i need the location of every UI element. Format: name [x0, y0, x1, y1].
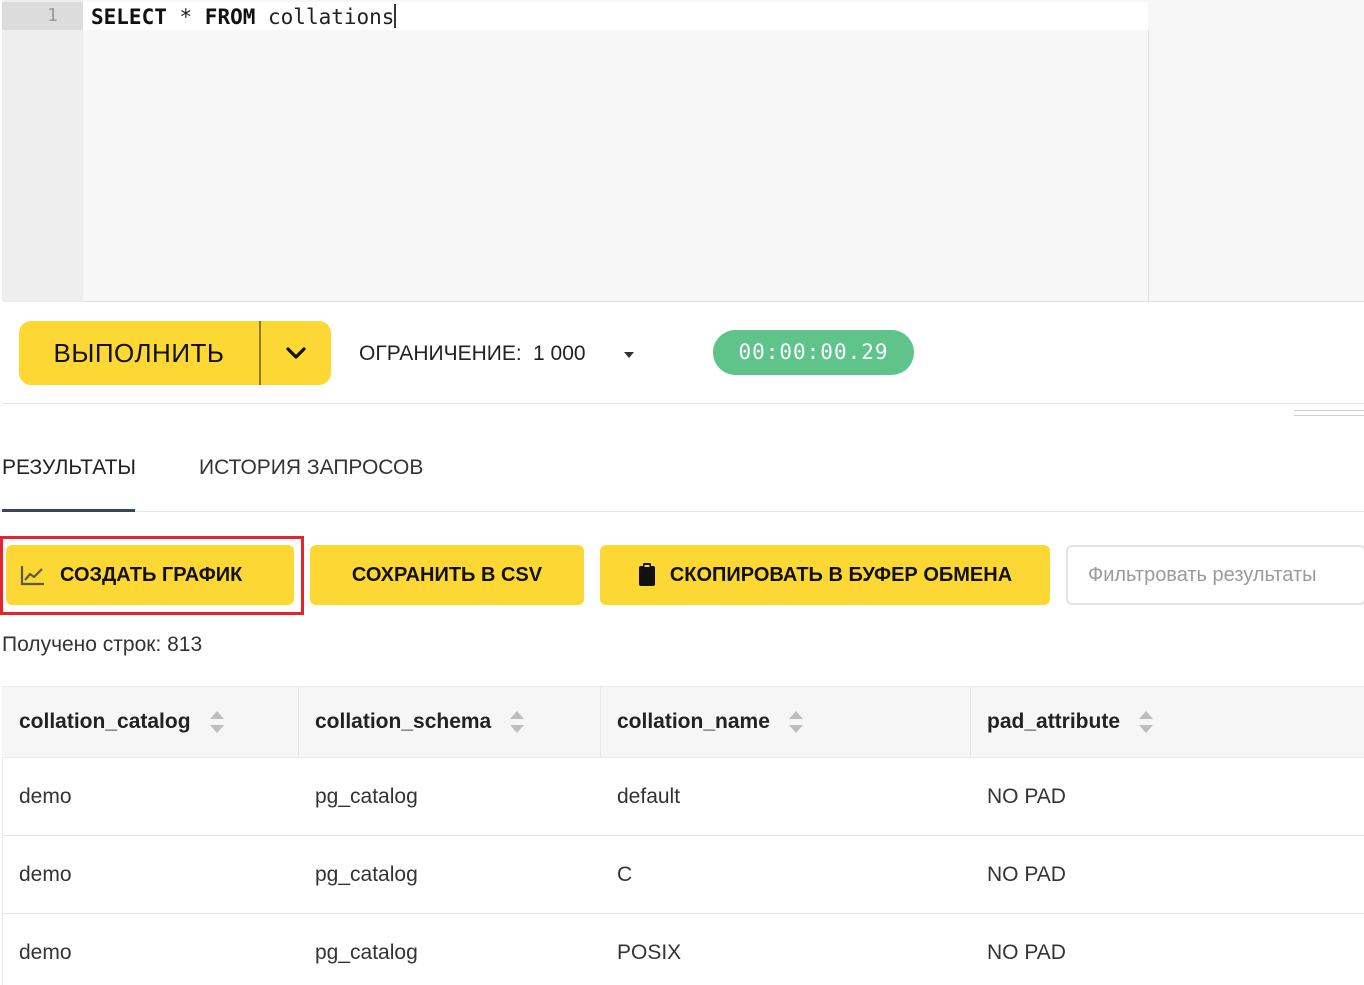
column-divider	[298, 687, 299, 757]
row-count: Получено строк: 813	[2, 633, 203, 656]
column-divider	[970, 687, 971, 757]
create-chart-label: СОЗДАТЬ ГРАФИК	[60, 563, 243, 586]
table-cell: demo	[19, 941, 72, 964]
table-cell: NO PAD	[987, 941, 1066, 964]
run-options-dropdown[interactable]	[261, 321, 331, 385]
table-header: collation_catalog collation_schema colla…	[2, 686, 1364, 758]
table-cell: pg_catalog	[315, 785, 418, 808]
caret-down-icon[interactable]	[622, 348, 636, 362]
table-row: demo pg_catalog POSIX NO PAD	[2, 914, 1364, 985]
clipboard-icon	[638, 563, 655, 586]
text-cursor	[394, 4, 397, 28]
editor-gutter: 1	[2, 0, 83, 302]
column-header[interactable]: collation_schema	[315, 687, 525, 757]
sql-star: *	[166, 5, 205, 29]
limit-select[interactable]: 1 000	[533, 342, 586, 366]
column-header[interactable]: collation_name	[617, 687, 804, 757]
column-divider	[600, 687, 601, 757]
table-cell: demo	[19, 785, 72, 808]
run-button-group: ВЫПОЛНИТЬ	[19, 321, 331, 385]
tab-results[interactable]: РЕЗУЛЬТАТЫ	[2, 456, 136, 512]
table-cell: POSIX	[617, 941, 682, 964]
table-cell: pg_catalog	[315, 863, 418, 886]
column-header[interactable]: collation_catalog	[19, 687, 225, 757]
sort-icon[interactable]	[1138, 710, 1154, 734]
create-chart-button[interactable]: СОЗДАТЬ ГРАФИК	[6, 545, 294, 605]
sort-icon[interactable]	[509, 710, 525, 734]
sort-icon[interactable]	[788, 710, 804, 734]
sort-icon[interactable]	[209, 710, 225, 734]
copy-clipboard-button[interactable]: СКОПИРОВАТЬ В БУФЕР ОБМЕНА	[600, 545, 1050, 605]
table-cell: NO PAD	[987, 863, 1066, 886]
copy-clipboard-label: СКОПИРОВАТЬ В БУФЕР ОБМЕНА	[669, 563, 1013, 586]
table-cell: NO PAD	[987, 785, 1066, 808]
save-csv-button[interactable]: СОХРАНИТЬ В CSV	[310, 545, 584, 605]
limit-label: ОГРАНИЧЕНИЕ:	[359, 342, 522, 365]
table-row: demo pg_catalog default NO PAD	[2, 758, 1364, 836]
print-margin	[1148, 30, 1149, 302]
resize-handle[interactable]	[1294, 410, 1364, 422]
sql-table-name: collations	[255, 5, 395, 29]
save-csv-label: СОХРАНИТЬ В CSV	[351, 563, 543, 586]
sql-keyword-from: FROM	[204, 5, 256, 29]
run-button[interactable]: ВЫПОЛНИТЬ	[19, 321, 259, 385]
table-row: demo pg_catalog C NO PAD	[2, 836, 1364, 914]
table-cell: pg_catalog	[315, 941, 418, 964]
chevron-down-icon	[286, 347, 306, 359]
results-table: collation_catalog collation_schema colla…	[2, 686, 1364, 985]
sql-editor[interactable]: 1 SELECT * FROM collations	[2, 0, 1364, 302]
column-header[interactable]: pad_attribute	[987, 687, 1154, 757]
table-cell: C	[617, 863, 633, 886]
query-toolbar: ВЫПОЛНИТЬ ОГРАНИЧЕНИЕ: 1 000 00:00:00.29	[2, 302, 1364, 404]
sql-code[interactable]: SELECT * FROM collations	[91, 4, 397, 29]
sql-keyword-select: SELECT	[91, 5, 167, 29]
line-number: 1	[47, 5, 58, 26]
table-cell: default	[617, 785, 681, 808]
chart-line-icon	[20, 566, 44, 586]
execution-timer-badge: 00:00:00.29	[713, 330, 914, 375]
table-cell: demo	[19, 863, 72, 886]
tab-query-history[interactable]: ИСТОРИЯ ЗАПРОСОВ	[199, 456, 423, 512]
filter-results-input[interactable]	[1066, 545, 1364, 605]
results-tabs: РЕЗУЛЬТАТЫ ИСТОРИЯ ЗАПРОСОВ	[0, 440, 1364, 512]
